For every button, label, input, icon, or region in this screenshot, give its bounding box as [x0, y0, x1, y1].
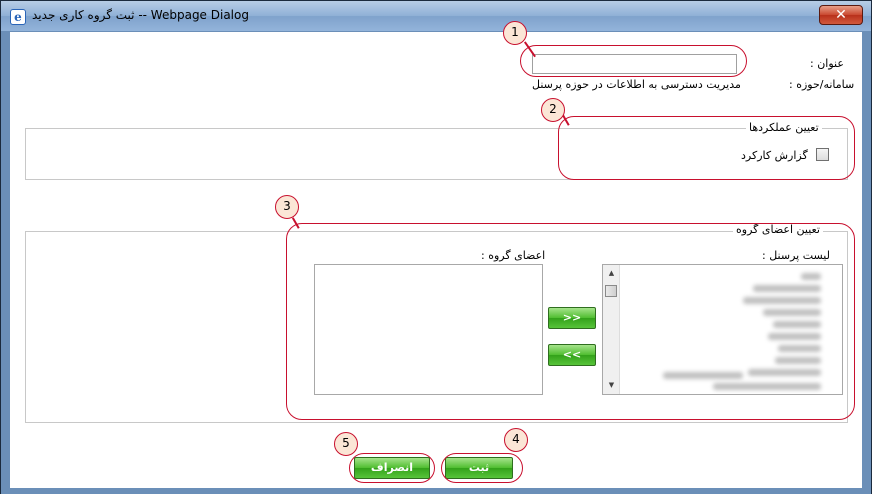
window-title: ثبت گروه کاری جدید -- Webpage Dialog: [32, 8, 249, 22]
window-bottom-border: [1, 488, 871, 494]
annotation-ring-2: [558, 116, 855, 180]
dialog-window: e ثبت گروه کاری جدید -- Webpage Dialog ✕…: [0, 0, 872, 494]
title-label: عنوان :: [810, 57, 844, 70]
ie-icon: e: [10, 9, 26, 25]
annotation-ring-5: [349, 453, 435, 483]
annotation-badge-1: 1: [503, 21, 527, 45]
annotation-ring-1: [520, 45, 747, 77]
title-bar[interactable]: e ثبت گروه کاری جدید -- Webpage Dialog ✕: [1, 1, 871, 31]
annotation-badge-5: 5: [334, 432, 358, 456]
system-value: مدیریت دسترسی به اطلاعات در حوزه پرسنل: [532, 78, 741, 91]
annotation-badge-4: 4: [504, 428, 528, 452]
annotation-badge-3: 3: [275, 195, 299, 219]
system-label: سامانه/حوزه :: [789, 78, 855, 91]
annotation-ring-4: [441, 453, 523, 483]
annotation-ring-3: [286, 223, 855, 420]
close-button[interactable]: ✕: [819, 5, 863, 25]
annotation-badge-2: 2: [541, 98, 565, 122]
